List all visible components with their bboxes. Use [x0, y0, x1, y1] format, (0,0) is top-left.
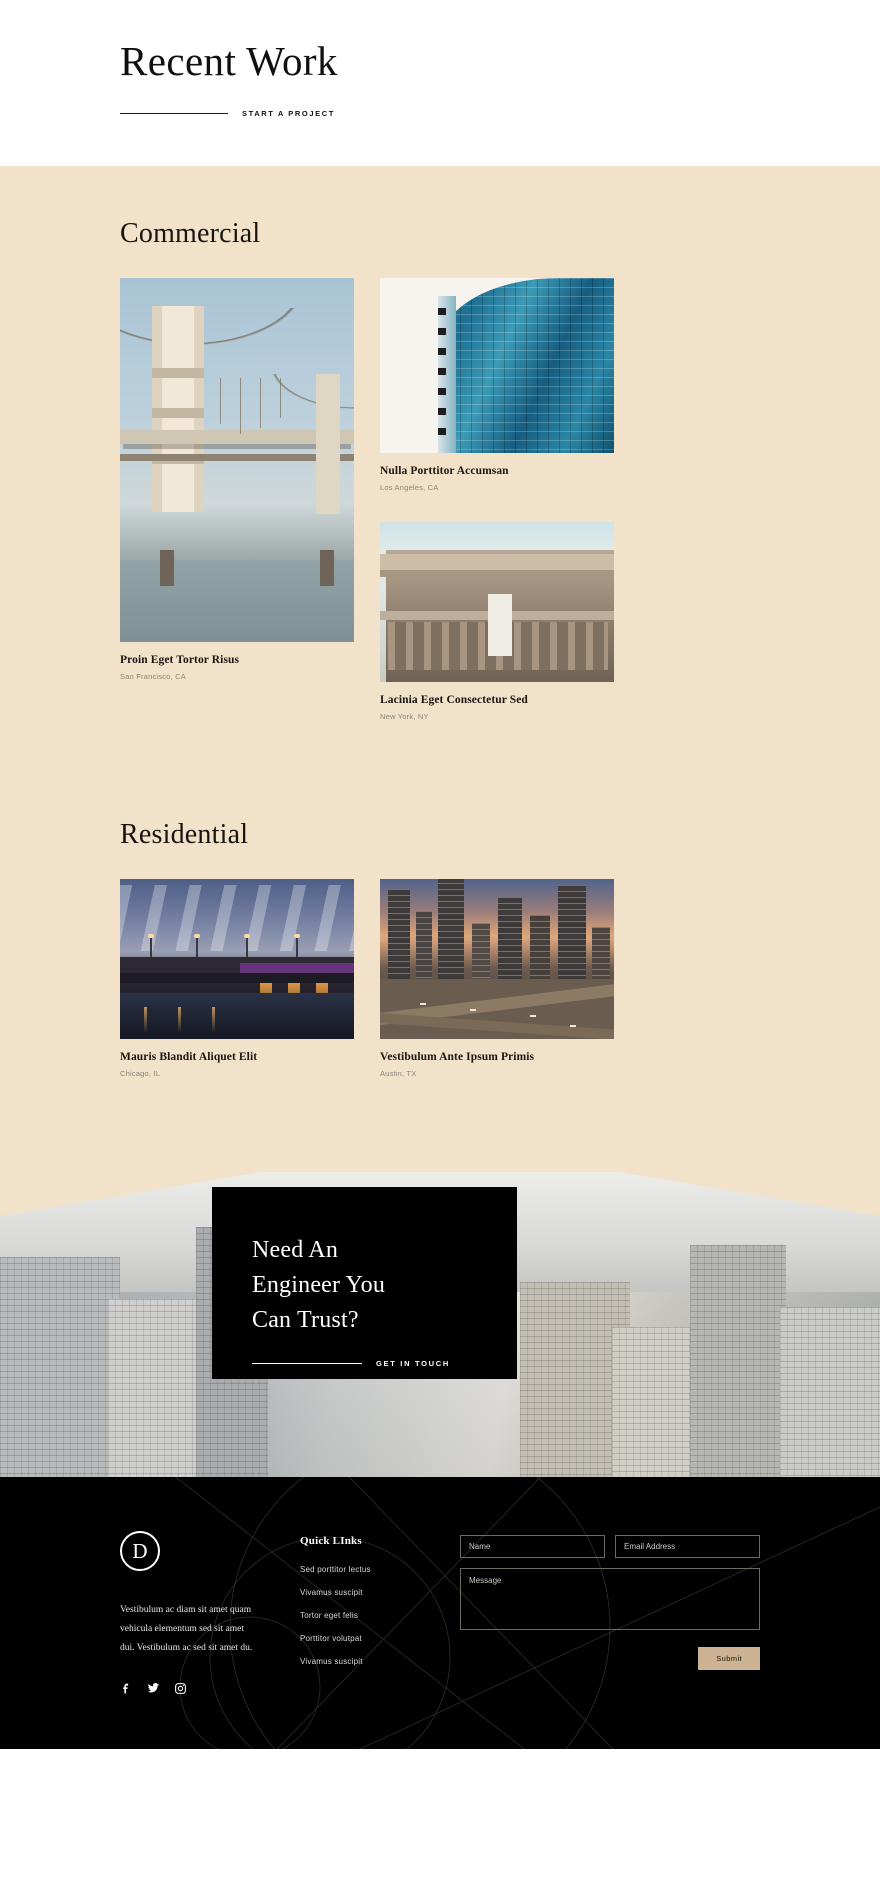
rule-line	[252, 1363, 362, 1365]
footer-contact-form: Submit	[460, 1531, 760, 1695]
section-title-residential: Residential	[120, 819, 249, 850]
footer-columns: D Vestibulum ac diam sit amet quam vehic…	[120, 1531, 760, 1695]
commercial-grid: Proin Eget Tortor Risus San Francisco, C…	[0, 250, 880, 751]
residential-column-right: Vestibulum Ante Ipsum Primis Austin, TX	[380, 879, 614, 1108]
message-input[interactable]	[460, 1568, 760, 1630]
project-title: Proin Eget Tortor Risus	[120, 654, 240, 666]
quick-link-item[interactable]: Vivamus suscipit	[300, 1588, 420, 1597]
start-a-project-label: START A PROJECT	[242, 109, 335, 119]
logo-icon[interactable]: D	[120, 1531, 160, 1571]
get-in-touch-label: GET IN TOUCH	[376, 1359, 451, 1369]
residential-column-left: Mauris Blandit Aliquet Elit Chicago, IL	[120, 879, 354, 1108]
quick-link-item[interactable]: Porttitor volutpat	[300, 1634, 420, 1643]
email-input[interactable]	[615, 1535, 760, 1558]
project-card[interactable]: Lacinia Eget Consectetur Sed New York, N…	[380, 522, 614, 721]
hero-header: Recent Work START A PROJECT	[0, 0, 880, 166]
commercial-column-right: Nulla Porttitor Accumsan Los Angeles, CA…	[380, 278, 614, 751]
project-image-night-bridge	[120, 879, 354, 1039]
background-building	[0, 1257, 120, 1477]
cta-heading-line-2: Engineer You	[252, 1271, 386, 1298]
submit-row: Submit	[460, 1647, 760, 1670]
quick-link-item[interactable]: Vivamus suscipit	[300, 1657, 420, 1666]
instagram-icon[interactable]	[174, 1682, 187, 1695]
twitter-icon[interactable]	[147, 1682, 160, 1695]
cta-heading: Need An Engineer You Can Trust?	[252, 1233, 477, 1337]
project-location: Austin, TX	[380, 1069, 417, 1078]
residential-wrapper: Residential Mauris Blandit Aliquet Elit …	[0, 751, 880, 1154]
project-location: New York, NY	[380, 712, 429, 721]
project-card[interactable]: Nulla Porttitor Accumsan Los Angeles, CA	[380, 278, 614, 492]
facebook-icon[interactable]	[120, 1682, 133, 1695]
page-root: Recent Work START A PROJECT Commercial P…	[0, 0, 880, 1749]
background-building	[612, 1327, 698, 1477]
cta-card: Need An Engineer You Can Trust? GET IN T…	[212, 1187, 517, 1379]
background-building	[690, 1245, 786, 1477]
project-location: Los Angeles, CA	[380, 483, 439, 492]
project-title: Lacinia Eget Consectetur Sed	[380, 694, 528, 706]
footer-quick-links-column: Quick LInks Sed porttitor lectus Vivamus…	[300, 1531, 420, 1695]
project-image-stone-building	[380, 522, 614, 682]
project-card[interactable]: Proin Eget Tortor Risus San Francisco, C…	[120, 278, 354, 681]
portfolio-bottom-spacer	[0, 1154, 880, 1172]
start-a-project-link[interactable]: START A PROJECT	[120, 109, 880, 118]
background-building	[780, 1307, 880, 1477]
cta-heading-line-1: Need An	[252, 1237, 339, 1263]
submit-button[interactable]: Submit	[698, 1647, 760, 1670]
commercial-column-left: Proin Eget Tortor Risus San Francisco, C…	[120, 278, 354, 711]
cta-band: Need An Engineer You Can Trust? GET IN T…	[0, 1172, 880, 1477]
page-title: Recent Work	[120, 38, 338, 84]
social-links	[120, 1682, 260, 1695]
project-image-dusk-highway	[380, 879, 614, 1039]
site-footer: D Vestibulum ac diam sit amet quam vehic…	[0, 1477, 880, 1749]
project-image-bridge	[120, 278, 354, 642]
footer-description: Vestibulum ac diam sit amet quam vehicul…	[120, 1605, 253, 1653]
quick-link-item[interactable]: Sed porttitor lectus	[300, 1565, 420, 1574]
section-title-commercial: Commercial	[120, 218, 261, 249]
project-title: Nulla Porttitor Accumsan	[380, 465, 509, 477]
quick-links-title: Quick LInks	[300, 1535, 362, 1547]
project-title: Vestibulum Ante Ipsum Primis	[380, 1051, 535, 1063]
project-card[interactable]: Mauris Blandit Aliquet Elit Chicago, IL	[120, 879, 354, 1078]
project-location: San Francisco, CA	[120, 672, 186, 681]
portfolio-section: Commercial Proin Eget Tortor Risus San F…	[0, 166, 880, 1172]
cta-heading-line-3: Can Trust?	[252, 1306, 359, 1333]
project-card[interactable]: Vestibulum Ante Ipsum Primis Austin, TX	[380, 879, 614, 1078]
residential-grid: Mauris Blandit Aliquet Elit Chicago, IL	[0, 851, 880, 1154]
get-in-touch-link[interactable]: GET IN TOUCH	[252, 1359, 477, 1368]
form-row-name-email	[460, 1535, 760, 1558]
background-building	[108, 1299, 204, 1477]
name-input[interactable]	[460, 1535, 605, 1558]
footer-brand-column: D Vestibulum ac diam sit amet quam vehic…	[120, 1531, 260, 1695]
quick-link-item[interactable]: Tortor eget felis	[300, 1611, 420, 1620]
rule-line	[120, 113, 228, 115]
project-image-glass-tower	[380, 278, 614, 453]
project-location: Chicago, IL	[120, 1069, 161, 1078]
project-title: Mauris Blandit Aliquet Elit	[120, 1051, 258, 1063]
